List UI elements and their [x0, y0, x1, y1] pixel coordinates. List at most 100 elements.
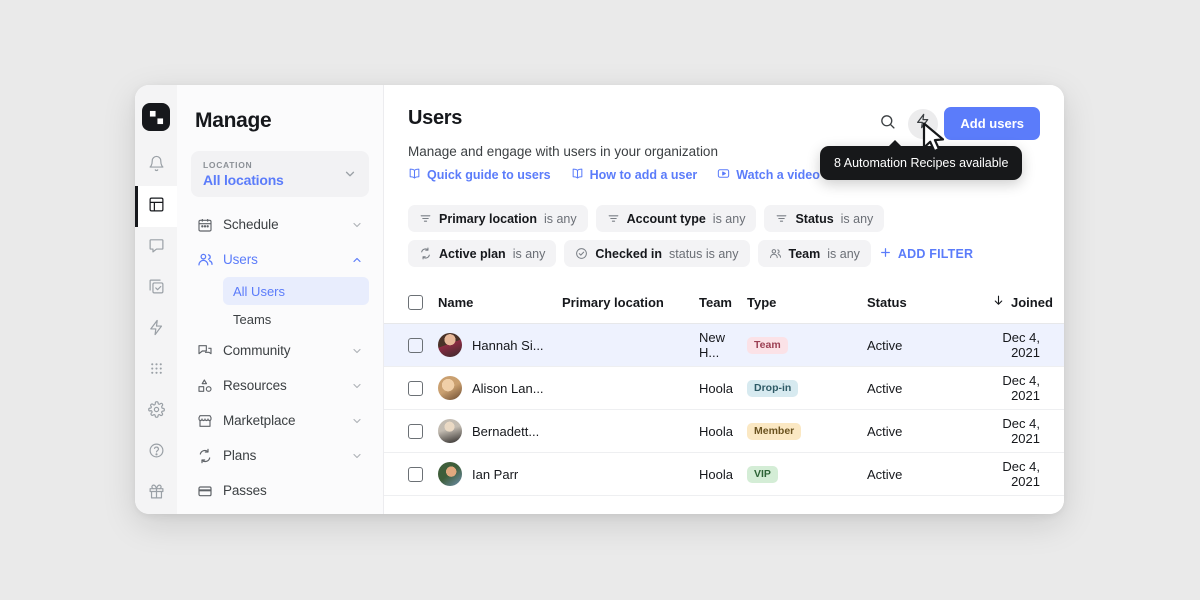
- location-selector[interactable]: LOCATION All locations: [191, 151, 369, 197]
- filter-chip-team[interactable]: Team is any: [757, 240, 871, 267]
- filter-chip-account-type[interactable]: Account type is any: [595, 205, 757, 232]
- sidebar-subitem-label: Teams: [233, 311, 272, 327]
- add-filter-label: ADD FILTER: [897, 246, 974, 261]
- column-header-team[interactable]: Team: [699, 295, 747, 310]
- sidebar-subitem-all-users[interactable]: All Users: [223, 277, 369, 305]
- link-label: Watch a video: [736, 168, 820, 182]
- sidebar-item-label: Community: [223, 343, 291, 358]
- gear-icon: [147, 400, 165, 423]
- link-quick-guide[interactable]: Quick guide to users: [408, 167, 551, 183]
- cell-type: Team: [747, 336, 867, 354]
- column-header-joined[interactable]: Joined: [992, 294, 1053, 310]
- sidebar-item-marketplace[interactable]: Marketplace: [191, 403, 369, 438]
- lightning-bolt-icon: [148, 319, 165, 341]
- sidebar-subitem-teams[interactable]: Teams: [223, 305, 369, 333]
- rail-item-help[interactable]: [135, 432, 177, 473]
- select-all-checkbox[interactable]: [408, 294, 438, 310]
- filter-chip-checked-in[interactable]: Checked in status is any: [564, 240, 750, 267]
- rail-item-automations[interactable]: [135, 309, 177, 350]
- filter-chip-status[interactable]: Status is any: [764, 205, 885, 232]
- layout-dashboard-icon: [148, 196, 165, 218]
- sidebar-item-resources[interactable]: Resources: [191, 368, 369, 403]
- row-checkbox[interactable]: [408, 466, 438, 482]
- column-header-status[interactable]: Status: [867, 295, 992, 310]
- chevron-down-icon[interactable]: [351, 380, 363, 392]
- row-checkbox[interactable]: [408, 337, 438, 353]
- table-row[interactable]: Alison Lan... Hoola Drop-in Active Dec 4…: [384, 367, 1064, 410]
- app-logo[interactable]: [142, 103, 170, 131]
- sidebar-title: Manage: [195, 109, 272, 132]
- sidebar-item-users[interactable]: Users: [191, 242, 369, 277]
- rail-item-notifications[interactable]: [135, 145, 177, 186]
- filter-chip-suffix: status is any: [669, 246, 739, 261]
- checklist-icon: [148, 278, 165, 300]
- table-header-row: Name Primary location Team Type Status J…: [384, 281, 1064, 324]
- filter-chip-primary-location[interactable]: Primary location is any: [408, 205, 588, 232]
- filter-chip-label: Account type: [626, 211, 706, 226]
- rail-item-settings[interactable]: [135, 391, 177, 432]
- filter-chip-suffix: is any: [543, 211, 577, 226]
- filter-chip-label: Team: [788, 246, 821, 261]
- arrow-down-icon: [992, 294, 1005, 310]
- screen: Manage LOCATION All locations Schedule U…: [0, 0, 1200, 600]
- sidebar-item-community[interactable]: Community: [191, 333, 369, 368]
- row-checkbox[interactable]: [408, 380, 438, 396]
- mouse-cursor: [922, 122, 948, 161]
- column-header-name[interactable]: Name: [438, 295, 562, 310]
- storefront-icon: [197, 413, 223, 429]
- shapes-icon: [197, 378, 223, 394]
- chevron-down-icon[interactable]: [351, 415, 363, 427]
- chat-bubble-icon: [148, 237, 165, 259]
- sidebar-item-passes[interactable]: Passes: [191, 473, 369, 508]
- gift-icon: [148, 483, 165, 505]
- filter-chip-label: Status: [795, 211, 834, 226]
- cell-name: Ian Parr: [438, 462, 562, 486]
- sidebar-item-schedule[interactable]: Schedule: [191, 207, 369, 242]
- chevron-down-icon[interactable]: [351, 345, 363, 357]
- cell-status: Active: [867, 466, 903, 482]
- sidebar-item-label: Plans: [223, 448, 257, 463]
- chevron-down-icon[interactable]: [351, 450, 363, 462]
- sidebar-item-label: Marketplace: [223, 413, 296, 428]
- rail-item-dashboard[interactable]: [135, 186, 177, 227]
- rail-item-rewards[interactable]: [135, 473, 177, 514]
- cell-type: Member: [747, 422, 867, 440]
- table-row[interactable]: Hannah Si... New H... Team Active Dec 4,…: [384, 324, 1064, 367]
- add-users-button[interactable]: Add users: [944, 107, 1040, 140]
- table-row[interactable]: Ian Parr Hoola VIP Active Dec 4, 2021: [384, 453, 1064, 496]
- table-row[interactable]: Bernadett... Hoola Member Active Dec 4, …: [384, 410, 1064, 453]
- link-watch-video[interactable]: Watch a video: [717, 167, 820, 183]
- sidebar-item-plans[interactable]: Plans: [191, 438, 369, 473]
- link-how-to-add-user[interactable]: How to add a user: [571, 167, 697, 183]
- location-value: All locations: [203, 172, 284, 188]
- column-header-type[interactable]: Type: [747, 295, 867, 310]
- filter-chip-suffix: is any: [840, 211, 874, 226]
- book-icon: [408, 167, 421, 183]
- book-icon: [571, 167, 584, 183]
- cell-joined: Dec 4, 2021: [1002, 373, 1040, 403]
- search-button[interactable]: [872, 109, 902, 139]
- add-filter-button[interactable]: ADD FILTER: [879, 240, 973, 267]
- filter-chip-active-plan[interactable]: Active plan is any: [408, 240, 557, 267]
- recurring-icon: [197, 448, 223, 464]
- column-header-primary-location[interactable]: Primary location: [562, 295, 699, 310]
- cell-team: New H...: [699, 330, 726, 360]
- chevron-up-icon[interactable]: [351, 254, 363, 266]
- cell-type: VIP: [747, 465, 867, 483]
- cell-team: Hoola: [699, 380, 733, 396]
- rail-item-apps[interactable]: [135, 350, 177, 391]
- row-checkbox[interactable]: [408, 423, 438, 439]
- filter-bar: Primary location is any Account type is …: [384, 197, 1064, 267]
- rail-item-tasks[interactable]: [135, 268, 177, 309]
- users-icon: [197, 251, 223, 268]
- filter-lines-icon: [419, 212, 432, 225]
- search-icon: [879, 113, 896, 135]
- calendar-icon: [197, 217, 223, 233]
- cell-team: Hoola: [699, 423, 733, 439]
- bell-icon: [148, 155, 165, 177]
- card-icon: [197, 483, 223, 499]
- sidebar-subitem-label: All Users: [233, 283, 286, 299]
- rail-item-messages[interactable]: [135, 227, 177, 268]
- cell-team: Hoola: [699, 466, 733, 482]
- chevron-down-icon[interactable]: [351, 219, 363, 231]
